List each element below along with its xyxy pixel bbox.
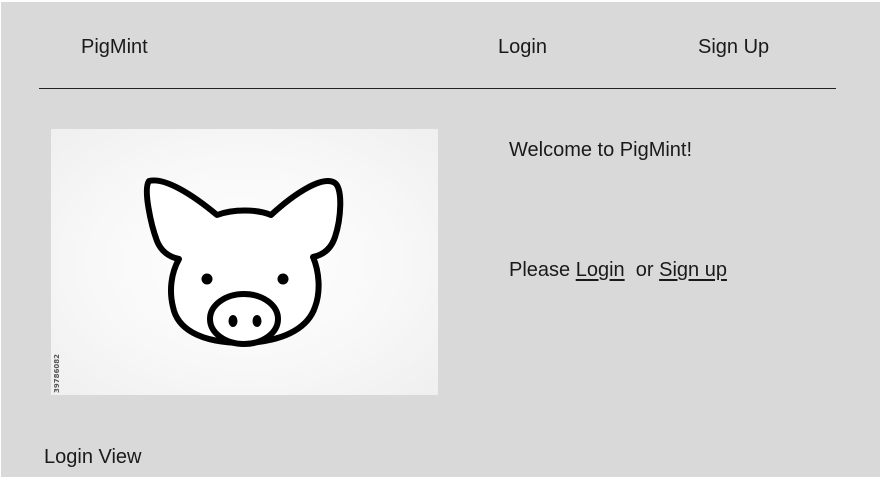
nav-signup-link[interactable]: Sign Up: [698, 36, 769, 59]
auth-prompt: Please Login or Sign up: [509, 259, 727, 282]
app-frame: PigMint Login Sign Up 39786082 Welcome t…: [1, 2, 880, 477]
view-caption: Login View: [44, 446, 142, 468]
nav-login-link[interactable]: Login: [498, 36, 547, 59]
hero-image: 39786082: [51, 129, 438, 395]
login-link[interactable]: Login: [576, 259, 625, 281]
stock-image-id: 39786082: [53, 354, 61, 393]
brand-name: PigMint: [81, 36, 148, 58]
signup-link[interactable]: Sign up: [659, 259, 727, 281]
header-divider: [39, 88, 836, 89]
prompt-prefix: Please: [509, 259, 576, 281]
prompt-middle: or: [624, 259, 660, 281]
welcome-heading: Welcome to PigMint!: [509, 139, 693, 161]
pig-face-icon: [143, 177, 344, 347]
